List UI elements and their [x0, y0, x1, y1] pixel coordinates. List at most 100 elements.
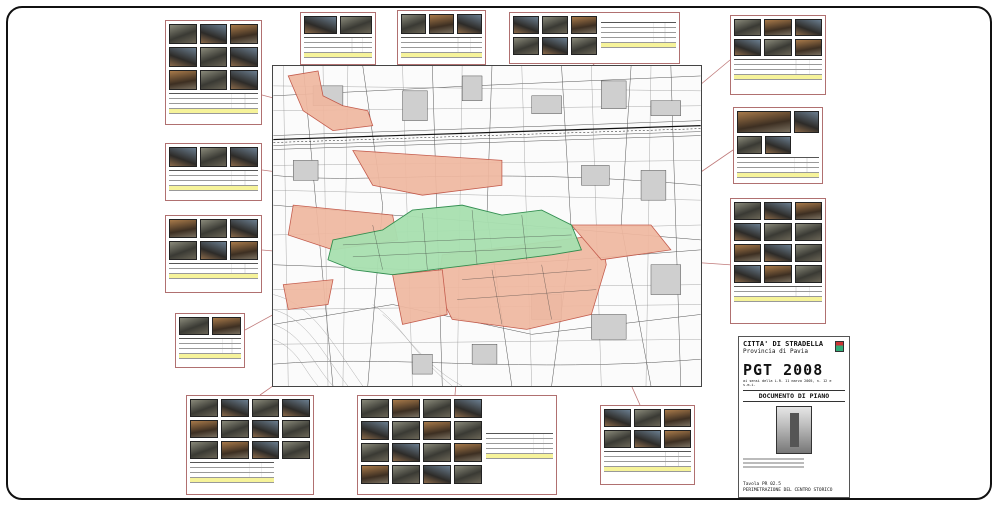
- photo-thumbnail[interactable]: [793, 111, 819, 133]
- photo-thumbnail[interactable]: [251, 420, 280, 438]
- photo-thumbnail[interactable]: [454, 465, 482, 484]
- photo-thumbnail[interactable]: [361, 443, 389, 462]
- photo-thumbnail[interactable]: [454, 399, 482, 418]
- photo-thumbnail[interactable]: [199, 219, 228, 238]
- photo-board-ne-top[interactable]: [730, 15, 826, 95]
- photo-thumbnail[interactable]: [634, 409, 661, 427]
- photo-thumbnail[interactable]: [454, 443, 482, 462]
- photo-thumbnail[interactable]: [230, 24, 258, 44]
- photo-thumbnail[interactable]: [361, 399, 389, 418]
- photo-thumbnail[interactable]: [764, 19, 792, 36]
- photo-thumbnail[interactable]: [794, 19, 822, 36]
- photo-board-w-3[interactable]: [175, 313, 245, 368]
- photo-thumbnail[interactable]: [737, 111, 791, 133]
- photo-thumbnail[interactable]: [737, 136, 763, 154]
- photo-thumbnail[interactable]: [339, 16, 372, 34]
- photo-thumbnail[interactable]: [169, 47, 197, 67]
- photo-thumbnail[interactable]: [764, 202, 792, 220]
- photo-thumbnail[interactable]: [542, 37, 568, 55]
- photo-thumbnail[interactable]: [220, 420, 249, 438]
- photo-thumbnail[interactable]: [304, 16, 337, 34]
- photo-thumbnail[interactable]: [423, 443, 451, 462]
- photo-thumbnail[interactable]: [361, 421, 389, 440]
- photo-board-w-1[interactable]: [165, 143, 262, 201]
- photo-board-n-1[interactable]: [300, 12, 376, 65]
- photo-thumbnail[interactable]: [794, 244, 822, 262]
- photo-thumbnail[interactable]: [401, 14, 426, 34]
- photo-thumbnail[interactable]: [571, 16, 597, 34]
- photo-thumbnail[interactable]: [664, 409, 691, 427]
- photo-thumbnail[interactable]: [230, 147, 258, 167]
- photo-thumbnail[interactable]: [251, 441, 280, 459]
- photo-thumbnail[interactable]: [230, 70, 258, 90]
- photo-thumbnail[interactable]: [423, 465, 451, 484]
- photo-thumbnail[interactable]: [190, 399, 218, 417]
- photo-thumbnail[interactable]: [429, 14, 454, 34]
- photo-thumbnail[interactable]: [542, 16, 568, 34]
- photo-thumbnail[interactable]: [734, 19, 762, 36]
- photo-thumbnail[interactable]: [230, 47, 258, 67]
- photo-thumbnail[interactable]: [199, 47, 228, 67]
- photo-thumbnail[interactable]: [392, 399, 420, 418]
- photo-board-n-3[interactable]: [509, 12, 680, 64]
- photo-thumbnail[interactable]: [764, 244, 792, 262]
- photo-thumbnail[interactable]: [765, 136, 791, 154]
- photo-thumbnail[interactable]: [190, 441, 218, 459]
- photo-thumbnail[interactable]: [199, 147, 228, 167]
- photo-thumbnail[interactable]: [604, 430, 631, 448]
- photo-thumbnail[interactable]: [169, 70, 197, 90]
- photo-thumbnail[interactable]: [230, 219, 258, 238]
- photo-board-se[interactable]: [600, 405, 695, 485]
- photo-thumbnail[interactable]: [513, 16, 539, 34]
- photo-thumbnail[interactable]: [794, 202, 822, 220]
- photo-thumbnail[interactable]: [190, 420, 218, 438]
- photo-thumbnail[interactable]: [392, 465, 420, 484]
- photo-thumbnail[interactable]: [664, 430, 691, 448]
- photo-thumbnail[interactable]: [734, 39, 762, 56]
- photo-thumbnail[interactable]: [169, 241, 197, 260]
- photo-board-nw-top[interactable]: [165, 20, 262, 125]
- photo-thumbnail[interactable]: [604, 409, 631, 427]
- photo-thumbnail[interactable]: [734, 223, 762, 241]
- photo-thumbnail[interactable]: [230, 241, 258, 260]
- photo-thumbnail[interactable]: [282, 441, 310, 459]
- photo-thumbnail[interactable]: [199, 24, 228, 44]
- photo-thumbnail[interactable]: [211, 317, 241, 335]
- photo-thumbnail[interactable]: [764, 39, 792, 56]
- photo-thumbnail[interactable]: [282, 420, 310, 438]
- photo-thumbnail[interactable]: [361, 465, 389, 484]
- photo-thumbnail[interactable]: [571, 37, 597, 55]
- photo-board-sw[interactable]: [186, 395, 314, 495]
- photo-thumbnail[interactable]: [169, 24, 197, 44]
- photo-thumbnail[interactable]: [392, 443, 420, 462]
- photo-thumbnail[interactable]: [169, 147, 197, 167]
- photo-thumbnail[interactable]: [734, 265, 762, 283]
- photo-thumbnail[interactable]: [282, 399, 310, 417]
- photo-board-e-2[interactable]: [730, 198, 826, 324]
- photo-thumbnail[interactable]: [634, 430, 661, 448]
- photo-thumbnail[interactable]: [513, 37, 539, 55]
- photo-thumbnail[interactable]: [794, 265, 822, 283]
- photo-board-s[interactable]: [357, 395, 557, 495]
- photo-thumbnail[interactable]: [220, 441, 249, 459]
- photo-thumbnail[interactable]: [199, 70, 228, 90]
- photo-thumbnail[interactable]: [179, 317, 209, 335]
- photo-board-w-2[interactable]: [165, 215, 262, 293]
- photo-thumbnail[interactable]: [169, 219, 197, 238]
- photo-thumbnail[interactable]: [454, 421, 482, 440]
- photo-thumbnail[interactable]: [734, 202, 762, 220]
- photo-thumbnail[interactable]: [199, 241, 228, 260]
- town-plan-map[interactable]: [272, 65, 702, 387]
- photo-thumbnail[interactable]: [764, 223, 792, 241]
- photo-thumbnail[interactable]: [457, 14, 482, 34]
- photo-thumbnail[interactable]: [794, 223, 822, 241]
- photo-thumbnail[interactable]: [220, 399, 249, 417]
- photo-board-n-2[interactable]: [397, 10, 486, 65]
- photo-thumbnail[interactable]: [392, 421, 420, 440]
- photo-thumbnail[interactable]: [734, 244, 762, 262]
- photo-thumbnail[interactable]: [764, 265, 792, 283]
- photo-thumbnail[interactable]: [794, 39, 822, 56]
- photo-thumbnail[interactable]: [251, 399, 280, 417]
- photo-thumbnail[interactable]: [423, 399, 451, 418]
- photo-thumbnail[interactable]: [423, 421, 451, 440]
